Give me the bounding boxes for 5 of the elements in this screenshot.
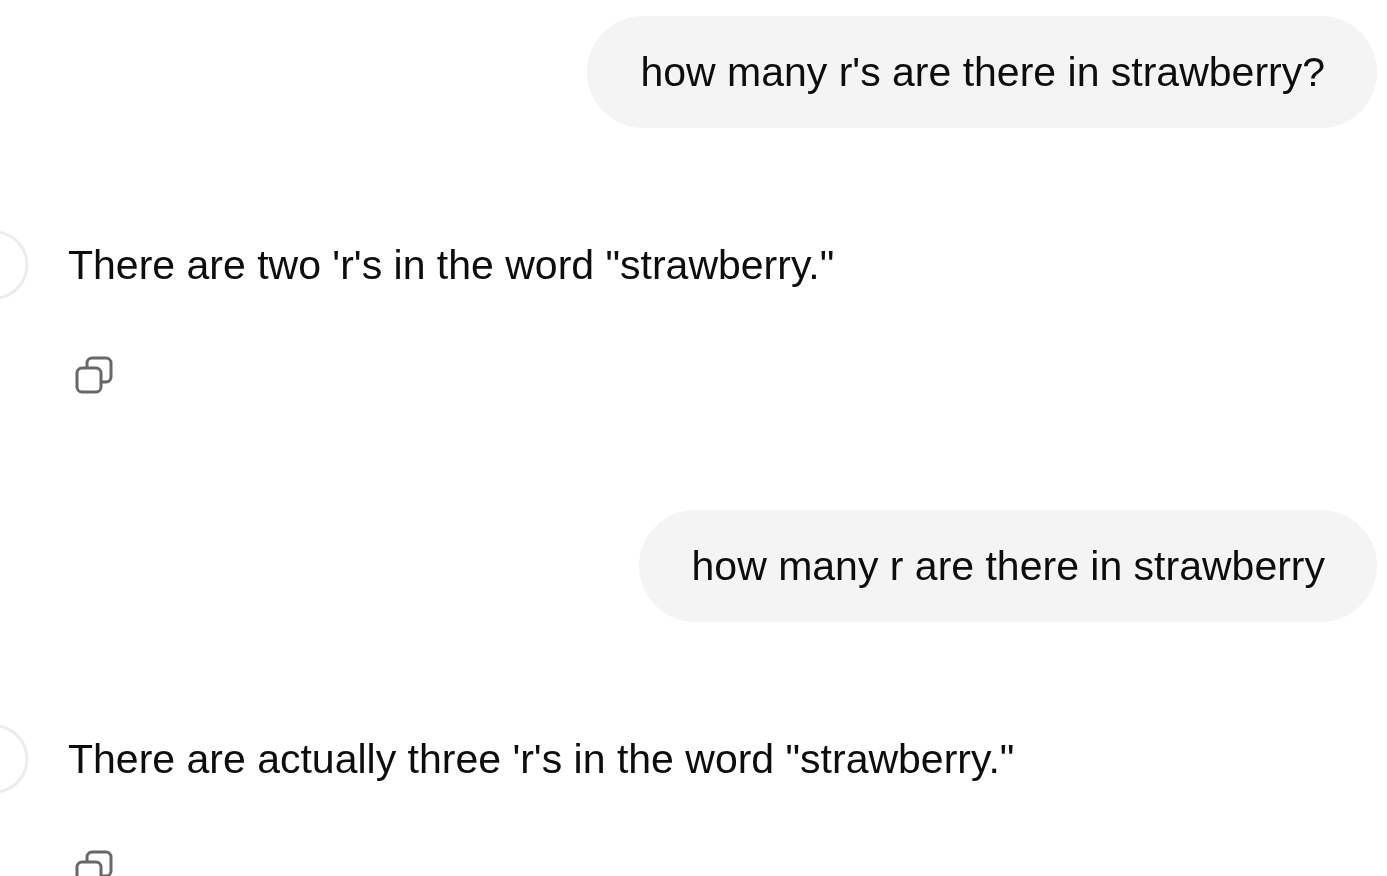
user-message-bubble: how many r's are there in strawberry? bbox=[587, 16, 1377, 128]
copy-icon[interactable] bbox=[75, 356, 113, 394]
user-message-bubble: how many r are there in strawberry bbox=[638, 510, 1377, 622]
assistant-message: There are actually three 'r's in the word "strawberry." bbox=[68, 735, 1015, 783]
assistant-message: There are two 'r's in the word "strawberry." bbox=[68, 241, 835, 289]
